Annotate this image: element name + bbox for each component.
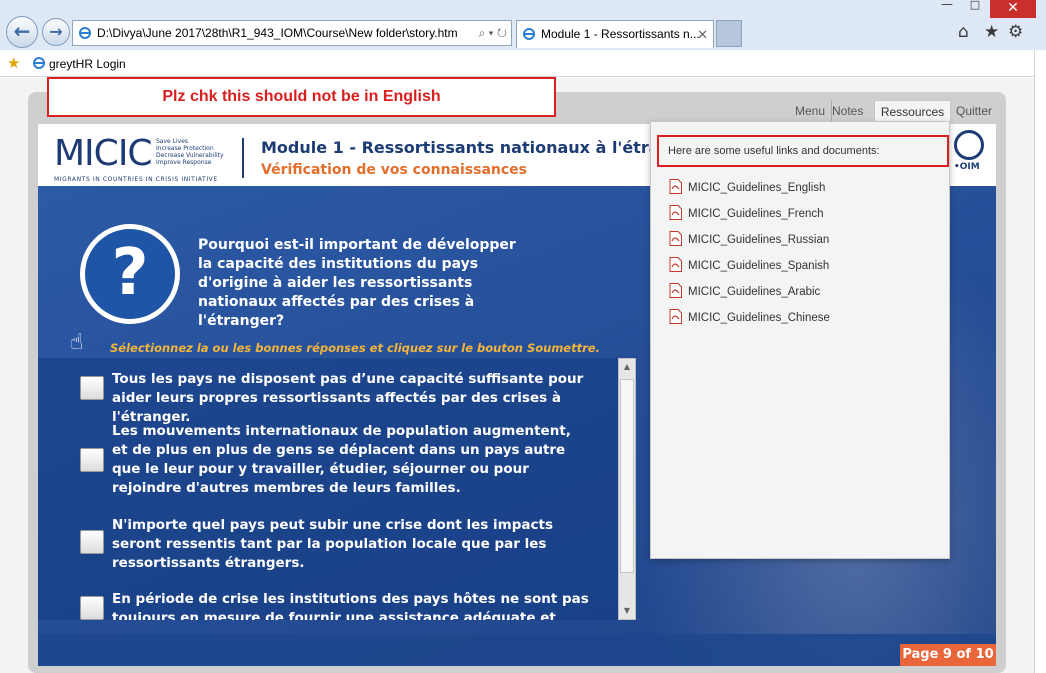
module-subtitle: Vérification de vos connaissances <box>261 162 527 178</box>
resource-link-label: MICIC_Guidelines_French <box>688 208 824 220</box>
resources-panel: Here are some useful links and documents… <box>650 121 950 559</box>
answer-checkbox[interactable] <box>80 596 104 620</box>
logo-tagline-line: Improve Response <box>156 159 212 166</box>
instruction-text: Sélectionnez la ou les bonnes réponses e… <box>110 341 600 355</box>
favorites-star-icon[interactable]: ★ <box>984 22 999 42</box>
options-scrollbar[interactable]: ▲ ▼ <box>618 358 636 620</box>
pdf-file-icon <box>669 179 682 194</box>
tab-close-icon[interactable]: ✕ <box>697 21 708 48</box>
answer-checkbox[interactable] <box>80 530 104 554</box>
address-tools[interactable]: ⌕ ▾ ↻ <box>474 21 507 45</box>
tab-title: Module 1 - Ressortissants n... <box>541 27 700 41</box>
back-button[interactable]: ← <box>6 16 38 48</box>
favorite-link-label: greytHR Login <box>49 57 126 71</box>
pdf-file-icon <box>669 309 682 324</box>
new-tab-button[interactable] <box>716 20 742 47</box>
resource-link[interactable]: MICIC_Guidelines_Spanish <box>669 257 829 272</box>
ie-tab-icon <box>523 28 535 40</box>
answer-checkbox[interactable] <box>80 376 104 400</box>
resource-link[interactable]: MICIC_Guidelines_Russian <box>669 231 829 246</box>
logo-tagline-line: Save Lives <box>156 138 189 145</box>
ie-link-icon <box>33 57 45 69</box>
resource-link[interactable]: MICIC_Guidelines_English <box>669 179 825 194</box>
pdf-file-icon <box>669 205 682 220</box>
logo-tagline-line: Decrease Vulnerability <box>156 152 224 159</box>
page-indicator: Page 9 of 10 <box>900 644 996 666</box>
settings-gear-icon[interactable]: ⚙ <box>1008 22 1023 42</box>
browser-tab-active[interactable]: Module 1 - Ressortissants n... ✕ <box>516 20 714 48</box>
ie-page-icon <box>79 27 91 39</box>
address-bar[interactable]: D:\Divya\June 2017\28th\R1_943_IOM\Cours… <box>72 20 512 46</box>
window-close-button[interactable]: ✕ <box>990 0 1036 18</box>
answer-text: N'importe quel pays peut subir une crise… <box>112 517 553 571</box>
resource-link-label: MICIC_Guidelines_Chinese <box>688 312 830 324</box>
micic-logo: MICIC Save Lives Increase Protection Dec… <box>54 133 226 184</box>
tab-notes[interactable]: Notes <box>832 100 869 122</box>
address-url: D:\Divya\June 2017\28th\R1_943_IOM\Cours… <box>97 26 458 40</box>
home-icon[interactable]: ⌂ <box>958 22 969 42</box>
page-scrollbar[interactable] <box>1034 50 1046 673</box>
browser-toolbar: ← → D:\Divya\June 2017\28th\R1_943_IOM\C… <box>0 0 1046 50</box>
answer-text: Les mouvements internationaux de populat… <box>112 423 571 496</box>
question-mark-glyph: ? <box>85 229 175 319</box>
pdf-file-icon <box>669 257 682 272</box>
forward-button[interactable]: → <box>42 18 70 46</box>
answer-options-panel: Tous les pays ne disposent pas d’une cap… <box>38 358 636 620</box>
tab-quit[interactable]: Quitter <box>956 100 992 122</box>
pdf-file-icon <box>669 231 682 246</box>
resource-link[interactable]: MICIC_Guidelines_French <box>669 205 824 220</box>
scroll-down-arrow-icon[interactable]: ▼ <box>619 603 635 619</box>
scroll-up-arrow-icon[interactable]: ▲ <box>619 359 635 375</box>
module-title: Module 1 - Ressortissants nationaux à l'… <box>261 138 714 157</box>
resource-link[interactable]: MICIC_Guidelines_Arabic <box>669 283 820 298</box>
oim-label: •OIM <box>954 162 980 172</box>
question-text: Pourquoi est-il important de développer … <box>198 237 516 329</box>
favorites-bar: ★ greytHR Login <box>0 50 1034 77</box>
resource-link-label: MICIC_Guidelines_Spanish <box>688 260 830 272</box>
review-annotation-box: Plz chk this should not be in English <box>47 77 556 117</box>
tab-menu[interactable]: Menu <box>795 100 833 122</box>
answer-checkbox[interactable] <box>80 448 104 472</box>
resource-link-label: MICIC_Guidelines_Arabic <box>688 286 821 298</box>
oim-globe-icon <box>954 130 984 160</box>
resource-link[interactable]: MICIC_Guidelines_Chinese <box>669 309 830 324</box>
logo-wordmark: MICIC <box>54 133 153 174</box>
module-title-text: Module 1 - Ressortissants nationaux à l'… <box>261 138 702 157</box>
logo-tagline-line: Increase Protection <box>156 145 214 152</box>
favorite-link-greythr[interactable]: greytHR Login <box>32 56 126 71</box>
scroll-thumb[interactable] <box>620 379 634 573</box>
pdf-file-icon <box>669 283 682 298</box>
add-favorite-icon[interactable]: ★ <box>7 54 20 72</box>
resource-link-label: MICIC_Guidelines_Russian <box>688 234 830 246</box>
answer-text: Tous les pays ne disposent pas d’une cap… <box>112 371 584 425</box>
resource-link-label: MICIC_Guidelines_English <box>688 182 826 194</box>
answer-text: En période de crise les institutions des… <box>112 591 589 620</box>
tab-resources[interactable]: Ressources <box>874 100 951 122</box>
logo-subtitle: MIGRANTS IN COUNTRIES IN CRISIS INITIATI… <box>54 176 218 183</box>
maximize-button[interactable]: □ <box>962 0 988 14</box>
pointing-hand-icon: ☝ <box>70 330 84 355</box>
logo-tagline: Save Lives Increase Protection Decrease … <box>156 138 226 166</box>
resources-intro: Here are some useful links and documents… <box>657 135 949 167</box>
minimize-button[interactable]: — <box>934 0 960 14</box>
slide-footer-bar <box>38 634 996 666</box>
header-divider <box>242 138 244 178</box>
question-mark-icon: ? <box>80 224 180 324</box>
oim-logo: •OIM <box>952 130 992 180</box>
